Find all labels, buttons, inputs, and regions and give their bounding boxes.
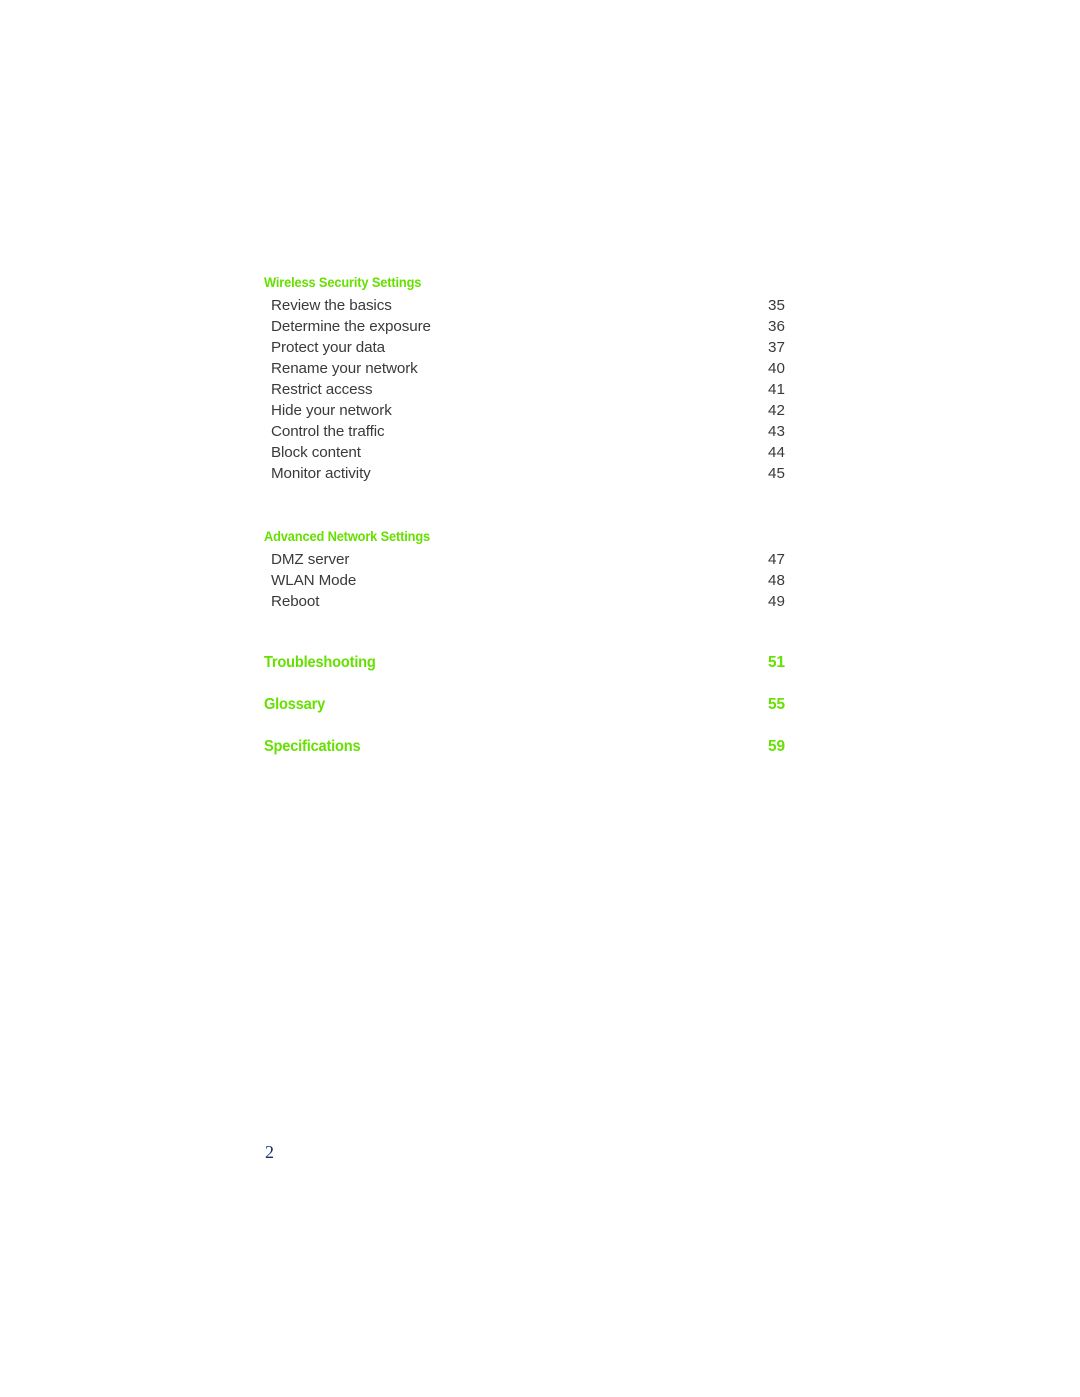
toc-entry-page-number: 35 (768, 297, 785, 314)
toc-entry-label: Reboot (271, 593, 320, 610)
toc-entry[interactable]: Reboot 49 (264, 591, 820, 612)
toc-entry-label: Hide your network (271, 402, 392, 419)
toc-entry-page-number: 43 (768, 423, 785, 440)
toc-entry[interactable]: DMZ server 47 (264, 549, 820, 570)
toc-entry[interactable]: Determine the exposure 36 (264, 316, 820, 337)
toc-entry-page-number: 44 (768, 444, 785, 461)
toc-section: Wireless Security Settings Review the ba… (264, 273, 820, 484)
toc-entry-label: DMZ server (271, 551, 350, 568)
toc-entry-page-number: 42 (768, 402, 785, 419)
toc-entry-page-number: 37 (768, 339, 785, 356)
document-page: Wireless Security Settings Review the ba… (0, 0, 1080, 1397)
toc-entry[interactable]: Hide your network 42 (264, 400, 820, 421)
toc-entry[interactable]: WLAN Mode 48 (264, 570, 820, 591)
toc-entry[interactable]: Monitor activity 45 (264, 463, 820, 484)
toc-entry[interactable]: Control the traffic 43 (264, 421, 820, 442)
toc-major-entry-page-number: 51 (768, 654, 786, 671)
toc-major-entry[interactable]: Specifications 59 (264, 737, 820, 779)
toc-major-entry[interactable]: Glossary 55 (264, 695, 820, 737)
toc-entry-label: WLAN Mode (271, 572, 357, 589)
toc-entry-list: DMZ server 47 WLAN Mode 48 Reboot 49 (264, 549, 820, 612)
toc-major-entry-page-number: 59 (768, 738, 786, 755)
toc-entry[interactable]: Restrict access 41 (264, 379, 820, 400)
toc-section-heading[interactable]: Wireless Security Settings (264, 273, 792, 292)
table-of-contents: Wireless Security Settings Review the ba… (264, 273, 820, 779)
toc-major-entry-list: Troubleshooting 51 Glossary 55 Specifica… (264, 653, 820, 779)
toc-entry[interactable]: Rename your network 40 (264, 358, 820, 379)
toc-entry-label: Review the basics (271, 297, 392, 314)
toc-major-entry[interactable]: Troubleshooting 51 (264, 653, 820, 695)
toc-entry-label: Restrict access (271, 381, 373, 398)
toc-entry-label: Monitor activity (271, 465, 371, 482)
toc-entry-page-number: 47 (768, 551, 785, 568)
toc-major-entry-label: Troubleshooting (264, 654, 376, 671)
toc-entry-page-number: 41 (768, 381, 785, 398)
toc-entry[interactable]: Block content 44 (264, 442, 820, 463)
toc-entry-label: Block content (271, 444, 361, 461)
toc-major-entry-label: Specifications (264, 738, 361, 755)
toc-entry-page-number: 45 (768, 465, 785, 482)
toc-major-entry-label: Glossary (264, 696, 326, 713)
page-number-folio: 2 (265, 1142, 274, 1162)
toc-entry-label: Control the traffic (271, 423, 385, 440)
toc-section: Advanced Network Settings DMZ server 47 … (264, 527, 820, 612)
toc-entry-page-number: 36 (768, 318, 785, 335)
toc-entry-page-number: 40 (768, 360, 785, 377)
toc-entry-label: Protect your data (271, 339, 385, 356)
toc-entry-list: Review the basics 35 Determine the expos… (264, 295, 820, 484)
toc-entry[interactable]: Review the basics 35 (264, 295, 820, 316)
toc-entry-page-number: 48 (768, 572, 785, 589)
toc-major-entry-page-number: 55 (768, 696, 786, 713)
toc-entry[interactable]: Protect your data 37 (264, 337, 820, 358)
toc-entry-label: Rename your network (271, 360, 418, 377)
toc-entry-label: Determine the exposure (271, 318, 431, 335)
toc-entry-page-number: 49 (768, 593, 785, 610)
toc-section-heading[interactable]: Advanced Network Settings (264, 527, 792, 546)
